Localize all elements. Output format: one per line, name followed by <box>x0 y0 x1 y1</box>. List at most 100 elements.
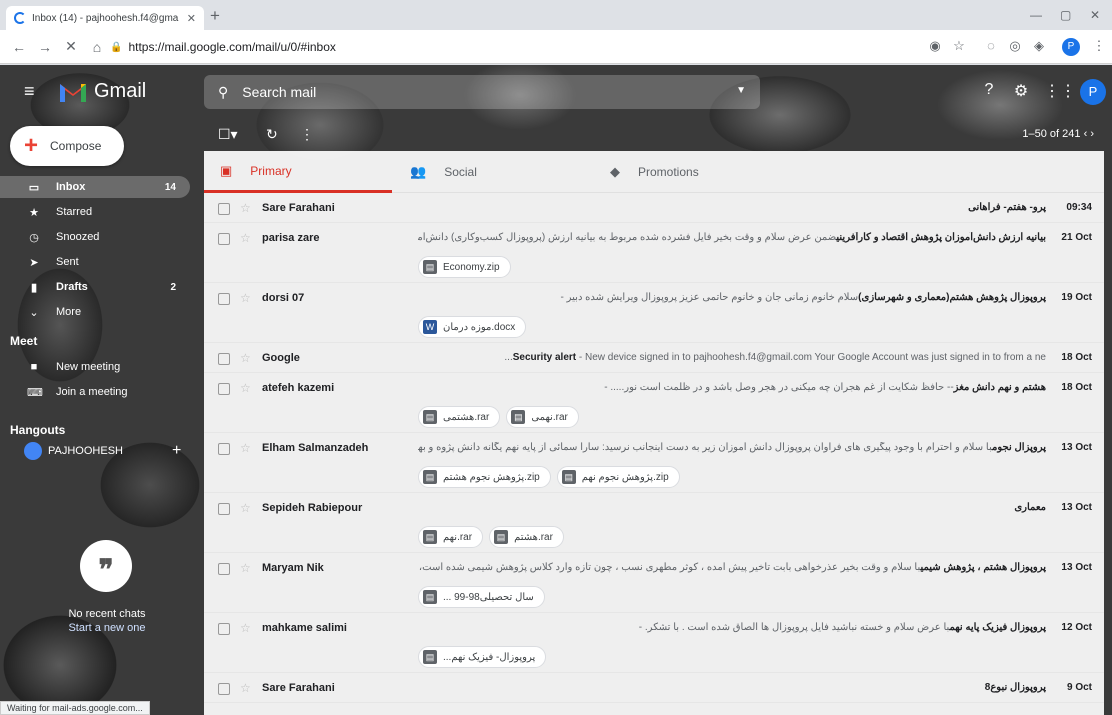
new-meeting-item[interactable]: ■ New meeting <box>0 356 190 378</box>
stop-icon[interactable]: ✕ <box>58 38 84 55</box>
attachment-name: پژوهش نجوم هشتم.zip <box>443 471 540 483</box>
email-sender: Sare Farahani <box>262 202 335 214</box>
search-options-icon[interactable]: ▼ <box>736 85 746 96</box>
email-sender: Maryam Nik <box>262 562 324 574</box>
star-icon[interactable]: ☆ <box>240 381 251 395</box>
row-checkbox[interactable] <box>218 503 230 515</box>
attachment-chips: ▤ نهم.rar ▤ هشتم.rar <box>418 526 570 548</box>
tab-label: Social <box>444 165 477 179</box>
tab-social[interactable]: 👥 Social <box>394 151 584 193</box>
main-menu-icon[interactable]: ≡ <box>24 81 35 102</box>
extension-icon[interactable]: ◉ <box>926 38 944 54</box>
email-subject: پروپوزال هشتم ، پژوهش شیمی <box>920 562 1046 573</box>
search-placeholder: Search mail <box>242 84 317 100</box>
row-checkbox[interactable] <box>218 443 230 455</box>
star-icon: ★ <box>29 206 39 219</box>
tab-promotions[interactable]: ◆ Promotions <box>594 151 794 193</box>
email-date: 13 Oct <box>1061 562 1092 573</box>
row-checkbox[interactable] <box>218 683 230 695</box>
minimize-icon[interactable]: — <box>1030 8 1042 22</box>
gmail-logo[interactable]: Gmail <box>58 77 146 105</box>
compose-button[interactable]: + Compose <box>10 126 124 166</box>
attachment-chip[interactable]: ▤ هشتم.rar <box>489 526 564 548</box>
star-icon[interactable]: ☆ <box>240 681 251 695</box>
email-row[interactable]: ☆ dorsi 07 پروپوزال پژوهش هشتم(معماری و شه… <box>204 284 1104 343</box>
email-preview: سلام خانوم زمانی جان و خانوم حاتمی عزیز … <box>560 292 859 303</box>
close-window-icon[interactable]: ✕ <box>1090 8 1100 22</box>
close-tab-icon[interactable]: ✕ <box>187 12 196 25</box>
attachment-chip[interactable]: ▤ پژوهش نجوم نهم.zip <box>556 466 680 488</box>
star-icon[interactable]: ☆ <box>240 291 251 305</box>
menu-icon[interactable]: ⋮ <box>1090 38 1108 54</box>
attachment-chip[interactable]: ▤ هشتمی.rar <box>418 406 501 428</box>
sidebar-item-drafts[interactable]: ▮ Drafts 2 <box>0 276 190 298</box>
attachment-name: ...پروپوزال- فیزیک نهم <box>443 651 536 663</box>
attachment-chip[interactable]: ▤ نهم.rar <box>418 526 484 548</box>
add-hangout-icon[interactable]: + <box>172 442 181 460</box>
new-tab-button[interactable]: + <box>210 6 220 26</box>
sidebar-item-more[interactable]: ⌄ More <box>0 301 190 323</box>
select-all-checkbox[interactable]: ☐▾ <box>218 126 238 143</box>
attachment-chip[interactable]: ▤ نهمی.rar <box>506 406 579 428</box>
email-row[interactable]: ☆ Sepideh Rabiepour معماری 13 Oct ▤ نهم.rar ▤ ه… <box>204 494 1104 553</box>
star-icon[interactable]: ☆ <box>240 501 251 515</box>
more-actions-icon[interactable]: ⋮ <box>300 126 314 143</box>
search-input[interactable]: ⚲ Search mail ▼ <box>204 75 760 109</box>
attachment-chip[interactable]: ▤ پژوهش نجوم هشتم.zip <box>418 466 551 488</box>
apps-icon[interactable]: ⋮⋮ <box>1044 81 1076 101</box>
address-bar[interactable]: 🔒 https://mail.google.com/mail/u/0/#inbo… <box>110 34 990 60</box>
attachment-chip[interactable]: ▤ ...پروپوزال- فیزیک نهم <box>418 646 547 668</box>
forward-icon[interactable]: → <box>32 39 58 55</box>
extension-icon[interactable]: ◈ <box>1030 38 1048 54</box>
row-checkbox[interactable] <box>218 353 230 365</box>
star-icon[interactable]: ☆ <box>240 561 251 575</box>
extension-icon[interactable]: ◌ <box>982 38 1000 53</box>
hangouts-user[interactable]: PAJHOOHESH <box>24 442 123 460</box>
star-icon[interactable]: ☆ <box>240 441 251 455</box>
email-subject: بیانیه ارزش دانش‌آموزان پژوهش اقتصاد و ک… <box>836 232 1046 243</box>
home-icon[interactable]: ⌂ <box>84 39 110 55</box>
extension-icon[interactable]: ◎ <box>1006 38 1024 54</box>
maximize-icon[interactable]: ▢ <box>1060 8 1071 22</box>
row-checkbox[interactable] <box>218 233 230 245</box>
row-checkbox[interactable] <box>218 293 230 305</box>
email-row[interactable]: ☆ Sare Farahani پروپوزال نبوع8 9 Oct <box>204 674 1104 703</box>
sidebar-item-starred[interactable]: ★ Starred <box>0 201 190 223</box>
sidebar-item-sent[interactable]: ➤ Sent <box>0 251 190 273</box>
email-row[interactable]: ☆ Elham Salmanzadeh پروپزال نجومبا سلام و … <box>204 434 1104 493</box>
prev-page-icon[interactable]: ‹ <box>1084 128 1088 140</box>
email-row[interactable]: ☆ Google Security alert - New device signe… <box>204 344 1104 373</box>
row-checkbox[interactable] <box>218 383 230 395</box>
email-row[interactable]: ☆ Sare Farahani پرو- هفتم- فراهانی 09:34 <box>204 194 1104 223</box>
row-checkbox[interactable] <box>218 623 230 635</box>
back-icon[interactable]: ← <box>6 39 32 55</box>
attachment-chip[interactable]: ▤ ... سال تحصیلی98-99 <box>418 586 545 608</box>
row-checkbox[interactable] <box>218 563 230 575</box>
profile-icon[interactable]: P <box>1062 38 1080 56</box>
attachment-chip[interactable]: W موزه درمان.docx <box>418 316 527 338</box>
row-checkbox[interactable] <box>218 203 230 215</box>
attachment-chip[interactable]: ▤ Economy.zip <box>418 256 511 278</box>
star-icon[interactable]: ☆ <box>240 351 251 365</box>
star-icon[interactable]: ☆ <box>240 201 251 215</box>
refresh-icon[interactable]: ↻ <box>266 126 278 143</box>
start-new-chat-link[interactable]: Start a new one <box>0 622 214 634</box>
email-row[interactable]: ☆ mahkame salimi پروپوزال فیزیک پایه نهمبا… <box>204 614 1104 673</box>
star-icon[interactable]: ☆ <box>240 231 251 245</box>
email-row[interactable]: ☆ parisa zare بیانیه ارزش دانش‌آموزان پژوه… <box>204 224 1104 283</box>
help-icon[interactable]: ? <box>978 81 1000 99</box>
email-subject: پروپوزال نبوع8 <box>984 682 1046 693</box>
gear-icon[interactable]: ⚙ <box>1010 81 1032 101</box>
email-row[interactable]: ☆ atefeh kazemi هشتم و نهم دانش مغز-- حافظ… <box>204 374 1104 433</box>
sidebar-item-inbox[interactable]: ▭ Inbox 14 <box>0 176 190 198</box>
avatar[interactable]: P <box>1080 79 1106 105</box>
next-page-icon[interactable]: › <box>1090 128 1094 140</box>
join-meeting-item[interactable]: ⌨ Join a meeting <box>0 381 190 403</box>
search-icon[interactable]: ⚲ <box>218 84 228 101</box>
sidebar-item-snoozed[interactable]: ◷ Snoozed <box>0 226 190 248</box>
email-row[interactable]: ☆ Maryam Nik پروپوزال هشتم ، پژوهش شیمیبا … <box>204 554 1104 613</box>
star-icon[interactable]: ☆ <box>240 621 251 635</box>
browser-tab[interactable]: Inbox (14) - pajhoohesh.f4@gma ✕ <box>6 6 204 30</box>
tab-primary[interactable]: ▣ Primary <box>204 151 392 193</box>
bookmark-star-icon[interactable]: ☆ <box>950 38 968 54</box>
